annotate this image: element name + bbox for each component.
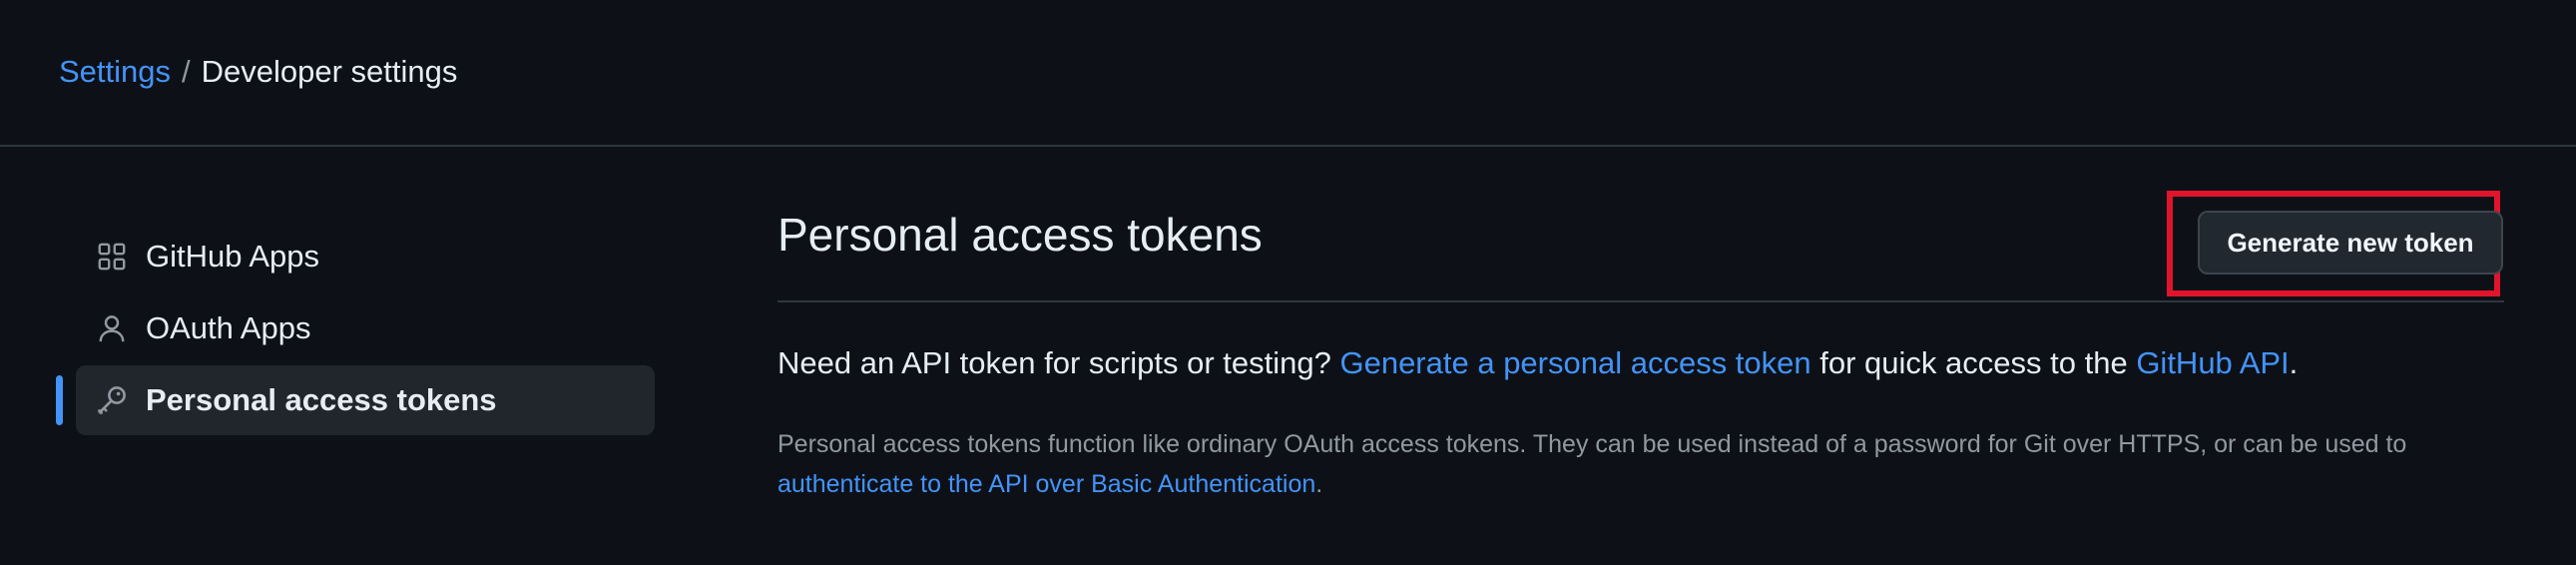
- sidebar-item-label: OAuth Apps: [146, 310, 311, 345]
- breadcrumb-separator: /: [182, 54, 191, 89]
- lead-text-middle: for quick access to the: [1810, 345, 2137, 380]
- person-icon: [96, 312, 128, 344]
- breadcrumb: Settings / Developer settings: [59, 52, 457, 92]
- generate-token-link[interactable]: Generate a personal access token: [1339, 345, 1810, 380]
- description-note: Personal access tokens function like ord…: [777, 424, 2504, 504]
- sidebar-nav: GitHub Apps OAuth Apps Personal access t…: [56, 222, 655, 437]
- note-text: Personal access tokens function like ord…: [777, 430, 2407, 458]
- apps-grid-icon: [96, 241, 128, 273]
- sidebar-item-oauth-apps[interactable]: OAuth Apps: [56, 293, 655, 363]
- page-title: Personal access tokens: [777, 209, 1263, 261]
- sidebar-item-label: Personal access tokens: [146, 382, 497, 417]
- basic-auth-link[interactable]: authenticate to the API over Basic Authe…: [777, 470, 1315, 498]
- github-api-link[interactable]: GitHub API: [2136, 345, 2289, 380]
- key-icon: [96, 384, 128, 416]
- lead-text-end: .: [2289, 345, 2299, 380]
- page-header: Settings / Developer settings: [0, 0, 2576, 147]
- breadcrumb-settings-link[interactable]: Settings: [59, 54, 171, 89]
- lead-paragraph: Need an API token for scripts or testing…: [777, 342, 2298, 384]
- sidebar-item-label: GitHub Apps: [146, 239, 320, 274]
- generate-new-token-button[interactable]: Generate new token: [2198, 211, 2503, 275]
- breadcrumb-current: Developer settings: [201, 54, 458, 89]
- active-item-marker: [56, 375, 63, 425]
- title-divider: [777, 300, 2504, 302]
- lead-text-start: Need an API token for scripts or testing…: [777, 345, 1340, 380]
- note-text-end: .: [1315, 470, 1323, 498]
- sidebar-item-personal-access-tokens[interactable]: Personal access tokens: [56, 365, 655, 435]
- sidebar-item-github-apps[interactable]: GitHub Apps: [56, 222, 655, 291]
